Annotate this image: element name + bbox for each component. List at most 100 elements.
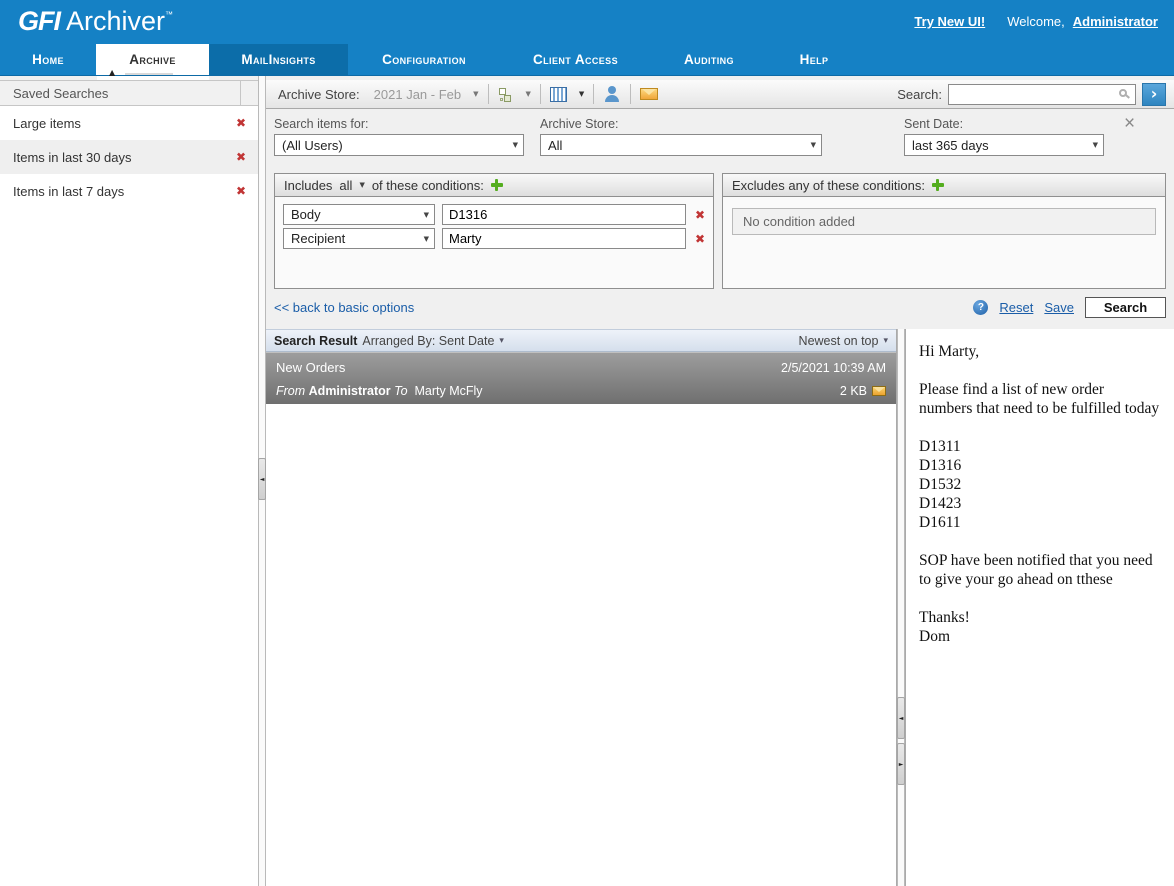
saved-search-label: Large items: [13, 116, 81, 131]
result-size-group: 2 KB: [840, 384, 886, 398]
includes-prefix: Includes: [284, 178, 332, 193]
sidebar-splitter[interactable]: ◄: [258, 76, 266, 886]
archive-store-dropdown-arrow-icon[interactable]: ▼: [473, 90, 478, 98]
user-icon[interactable]: [603, 86, 621, 102]
columns-view-icon[interactable]: [550, 87, 567, 102]
saved-searches-header: Saved Searches: [0, 80, 258, 106]
tab-help-label: Help: [800, 52, 829, 67]
result-item-selected[interactable]: New Orders 2/5/2021 10:39 AM From Admini…: [266, 352, 896, 404]
try-new-ui-link[interactable]: Try New UI!: [914, 14, 985, 29]
content-area: Saved Searches Large items ✖ Items in la…: [0, 76, 1174, 886]
sort-arrow-icon[interactable]: ▾: [499, 336, 504, 346]
archive-store-filter-label: Archive Store:: [540, 117, 619, 131]
tab-mailinsights[interactable]: MailInsights: [209, 44, 348, 75]
advanced-search-panel: Search items for: (All Users) ▼ Archive …: [266, 109, 1174, 329]
search-results-header: Search Result Arranged By: Sent Date ▾ N…: [266, 329, 896, 352]
search-button[interactable]: Search: [1085, 297, 1166, 318]
saved-search-last-7-days[interactable]: Items in last 7 days ✖: [0, 174, 258, 208]
delete-saved-search-icon[interactable]: ✖: [236, 184, 246, 198]
tab-home[interactable]: Home: [0, 44, 96, 75]
search-input[interactable]: [948, 84, 1136, 105]
email-paragraph: SOP have been notified that you need to …: [919, 551, 1164, 589]
condition-value-input[interactable]: [442, 204, 686, 225]
tab-configuration-label: Configuration: [382, 52, 466, 67]
grouping-dropdown-arrow-icon[interactable]: ▼: [526, 90, 531, 98]
result-subject: New Orders: [276, 360, 345, 375]
tab-mailinsights-label: MailInsights: [241, 52, 315, 67]
flyout-remnant-bar: [125, 73, 173, 75]
email-greeting: Hi Marty,: [919, 342, 1164, 361]
search-input-wrap: [948, 84, 1136, 105]
includes-suffix: of these conditions:: [372, 178, 484, 193]
remove-condition-icon[interactable]: ✖: [695, 232, 705, 246]
chevron-down-icon: ▼: [424, 235, 429, 243]
main-panel: Archive Store: 2021 Jan - Feb ▼ ▼ ▼ Sear…: [266, 76, 1174, 886]
tab-auditing[interactable]: Auditing: [651, 44, 767, 75]
magnifier-icon: [1119, 89, 1127, 97]
preview-collapse-handle[interactable]: ◄: [897, 697, 905, 739]
archive-store-toolbar-value[interactable]: 2021 Jan - Feb: [374, 87, 461, 102]
archive-store-filter-dropdown[interactable]: All ▼: [540, 134, 822, 156]
excludes-header: Excludes any of these conditions:: [723, 174, 1165, 197]
delete-saved-search-icon[interactable]: ✖: [236, 150, 246, 164]
help-icon[interactable]: ?: [973, 300, 988, 315]
includes-header: Includes all ▼ of these conditions:: [275, 174, 713, 197]
delete-saved-search-icon[interactable]: ✖: [236, 116, 246, 130]
toolbar-search-group: Search: ›: [897, 83, 1166, 106]
sort-arrow-icon: ▾: [883, 336, 888, 346]
close-advanced-search-icon[interactable]: ×: [1124, 114, 1135, 133]
arranged-by-control[interactable]: Arranged By: Sent Date: [362, 334, 494, 348]
saved-searches-sidebar: Saved Searches Large items ✖ Items in la…: [0, 76, 258, 886]
add-exclude-condition-icon[interactable]: [932, 179, 944, 191]
result-item-line1: New Orders 2/5/2021 10:39 AM: [276, 360, 886, 375]
condition-row: Body ▼ ✖: [283, 204, 705, 225]
remove-condition-icon[interactable]: ✖: [695, 208, 705, 222]
chevron-down-icon: ▼: [424, 211, 429, 219]
archive-toolbar: Archive Store: 2021 Jan - Feb ▼ ▼ ▼ Sear…: [266, 80, 1174, 109]
condition-field-dropdown[interactable]: Recipient ▼: [283, 228, 435, 249]
toolbar-separator: [593, 84, 594, 104]
no-condition-text: No condition added: [743, 214, 855, 229]
app-header: GFIArchiver™ Try New UI! Welcome, Admini…: [0, 0, 1174, 76]
tab-configuration[interactable]: Configuration: [348, 44, 500, 75]
archive-store-toolbar-label: Archive Store:: [278, 87, 360, 102]
saved-search-large-items[interactable]: Large items ✖: [0, 106, 258, 140]
reset-link[interactable]: Reset: [999, 300, 1033, 315]
grouping-icon[interactable]: [498, 87, 514, 102]
save-link[interactable]: Save: [1044, 300, 1074, 315]
administrator-link[interactable]: Administrator: [1073, 14, 1158, 29]
grouping-icon-dot: [500, 98, 503, 101]
action-buttons: ? Reset Save Search: [973, 297, 1166, 318]
from-label: From: [276, 384, 305, 398]
tab-help[interactable]: Help: [767, 44, 861, 75]
includes-match-dropdown[interactable]: all: [339, 178, 352, 193]
archive-tab-flyout-remnant: ▲: [97, 76, 209, 80]
preview-expand-handle[interactable]: ►: [897, 743, 905, 785]
excludes-conditions-box: Excludes any of these conditions: No con…: [722, 173, 1166, 289]
flyout-up-arrow-icon: ▲: [109, 68, 115, 77]
search-items-for-dropdown[interactable]: (All Users) ▼: [274, 134, 524, 156]
chevron-down-icon: ▼: [513, 141, 518, 149]
preview-splitter[interactable]: ◄ ►: [897, 329, 905, 886]
search-label: Search:: [897, 87, 942, 102]
condition-value-input[interactable]: [442, 228, 686, 249]
back-to-basic-options-link[interactable]: << back to basic options: [274, 300, 414, 315]
add-include-condition-icon[interactable]: [491, 179, 503, 191]
condition-field-dropdown[interactable]: Body ▼: [283, 204, 435, 225]
header-links: Try New UI! Welcome, Administrator: [914, 14, 1158, 29]
search-go-button[interactable]: ›: [1142, 83, 1166, 106]
saved-search-last-30-days[interactable]: Items in last 30 days ✖: [0, 140, 258, 174]
columns-dropdown-arrow-icon[interactable]: ▼: [579, 90, 584, 98]
tab-client-access[interactable]: Client Access: [500, 44, 651, 75]
chevron-down-icon[interactable]: ▼: [359, 181, 364, 189]
envelope-icon[interactable]: [640, 88, 658, 100]
excludes-title: Excludes any of these conditions:: [732, 178, 925, 193]
sent-date-value: last 365 days: [912, 138, 989, 153]
sidebar-collapse-handle[interactable]: ◄: [258, 458, 266, 500]
result-date: 2/5/2021 10:39 AM: [781, 361, 886, 375]
sort-order-control[interactable]: Newest on top ▾: [799, 334, 888, 348]
sort-order-label: Newest on top: [799, 334, 879, 348]
saved-search-label: Items in last 7 days: [13, 184, 124, 199]
condition-field-value: Recipient: [291, 231, 345, 246]
sent-date-dropdown[interactable]: last 365 days ▼: [904, 134, 1104, 156]
